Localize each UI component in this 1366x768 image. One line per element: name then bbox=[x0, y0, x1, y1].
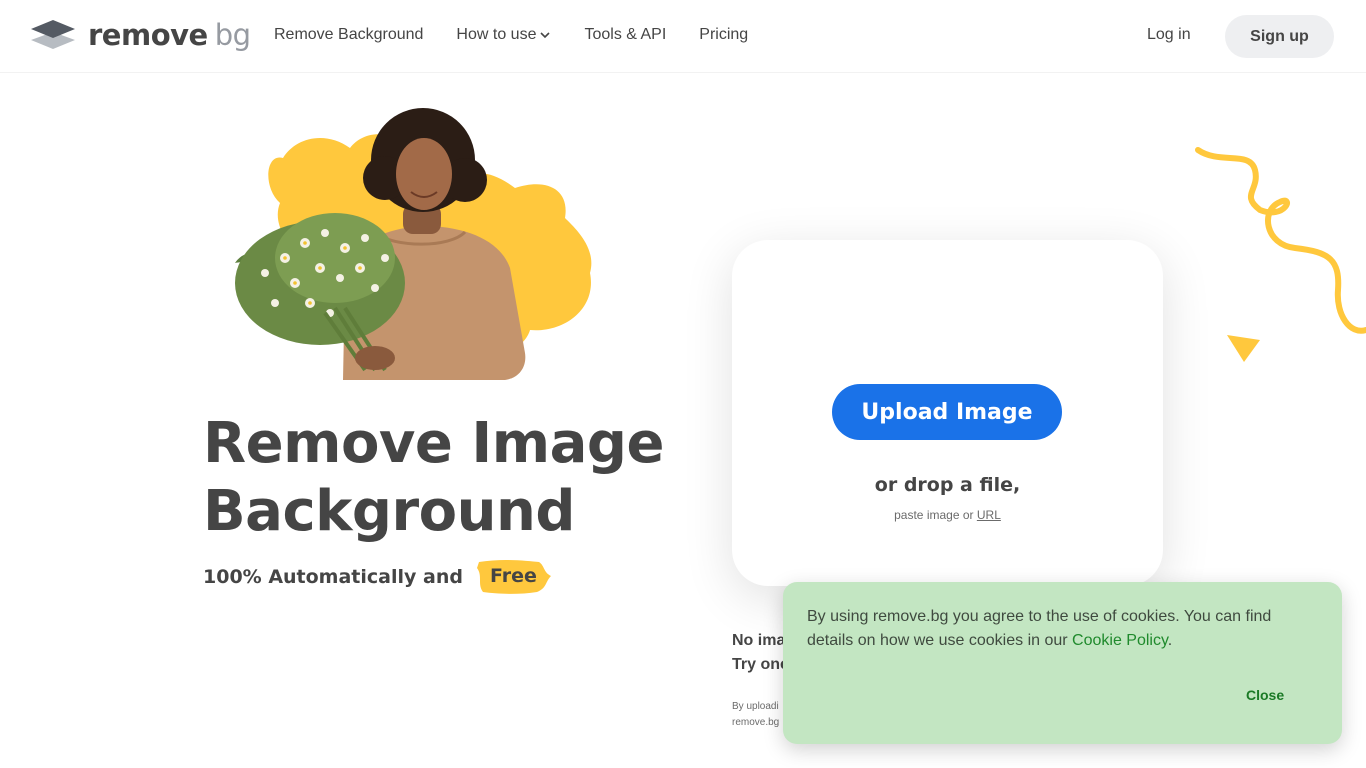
cookie-banner: By using remove.bg you agree to the use … bbox=[783, 582, 1342, 744]
url-link[interactable]: URL bbox=[977, 508, 1001, 522]
terms-notice: By uploadi remove.bg bbox=[732, 701, 780, 728]
chevron-down-icon bbox=[540, 32, 551, 39]
cookie-policy-link[interactable]: Cookie Policy bbox=[1072, 632, 1168, 649]
nav-remove-background[interactable]: Remove Background bbox=[274, 26, 423, 44]
hero-subtitle: 100% Automatically and Free bbox=[203, 559, 551, 594]
removebg-logo-link[interactable]: remove bg bbox=[31, 18, 251, 52]
main-nav: Remove Background How to use Tools & API… bbox=[274, 26, 748, 44]
login-link[interactable]: Log in bbox=[1147, 26, 1191, 44]
hero-subtitle-text: 100% Automatically and bbox=[203, 565, 463, 588]
cookie-close-button[interactable]: Close bbox=[1246, 687, 1284, 703]
nav-tools-api[interactable]: Tools & API bbox=[584, 26, 666, 44]
logo-wordmark: remove bg bbox=[88, 18, 251, 52]
signup-button[interactable]: Sign up bbox=[1225, 15, 1334, 58]
nav-pricing[interactable]: Pricing bbox=[699, 26, 748, 44]
nav-how-to-use[interactable]: How to use bbox=[456, 26, 551, 44]
drop-file-text: or drop a file, bbox=[874, 474, 1021, 496]
free-badge: Free bbox=[473, 559, 551, 594]
hero-heading-line2: Background bbox=[203, 479, 575, 544]
decorative-squiggle bbox=[1195, 147, 1366, 362]
layers-logo-icon bbox=[31, 20, 75, 49]
upload-card[interactable]: Upload Image or drop a file, paste image… bbox=[732, 240, 1163, 586]
sample-images-prompt: No ima Try one bbox=[732, 632, 789, 673]
top-navigation-bar: remove bg Remove Background How to use To… bbox=[0, 0, 1366, 72]
paste-instructions: paste image or URL bbox=[894, 508, 1001, 522]
upload-image-button[interactable]: Upload Image bbox=[832, 384, 1062, 440]
cookie-message: By using remove.bg you agree to the use … bbox=[807, 608, 1272, 649]
hero-illustration bbox=[235, 108, 592, 380]
hero-heading-line1: Remove Image bbox=[203, 411, 664, 476]
hero-heading: Remove Image Background bbox=[203, 410, 664, 546]
